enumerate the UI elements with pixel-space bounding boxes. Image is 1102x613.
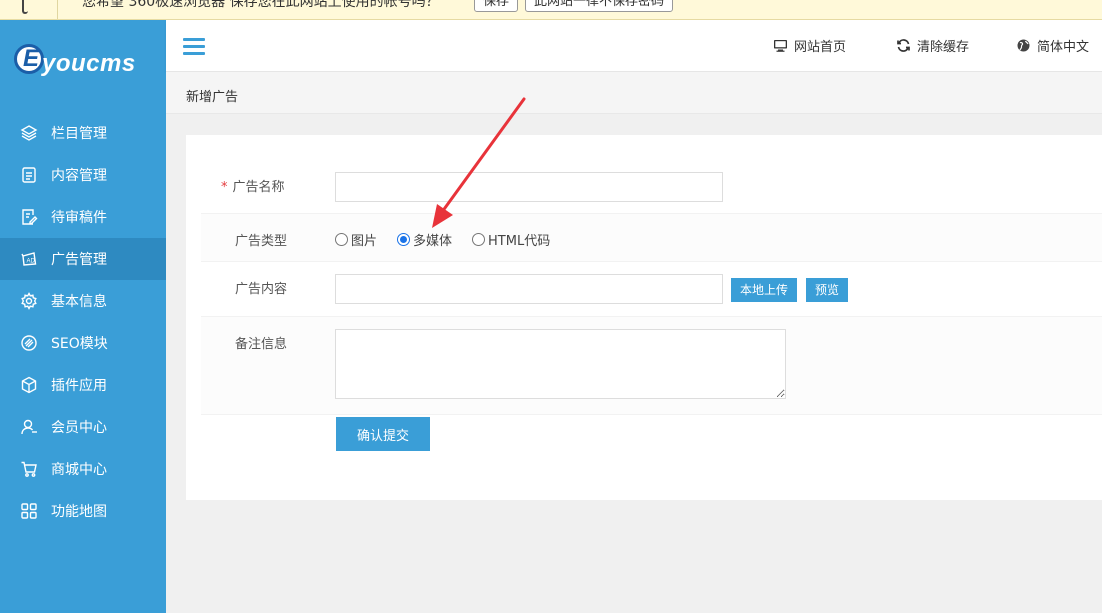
ad-content-input[interactable]	[335, 274, 723, 304]
cube-icon	[20, 376, 38, 394]
ad-icon: AD	[20, 250, 38, 268]
ad-name-label: * 广告名称	[221, 180, 285, 195]
submit-button[interactable]: 确认提交	[336, 417, 430, 451]
infobar-message: 您希望 360极速浏览器 保存您在此网站上使用的帐号吗？	[82, 0, 440, 10]
preview-button[interactable]: 预览	[806, 278, 849, 302]
sidebar-item-plugins[interactable]: 插件应用	[0, 364, 166, 406]
sidebar-item-label: 待审稿件	[51, 210, 107, 226]
svg-text:AD: AD	[27, 259, 36, 265]
language-label: 简体中文	[1037, 39, 1090, 55]
layers-icon	[20, 124, 38, 142]
cart-icon	[20, 460, 38, 478]
sidebar-item-label: 插件应用	[51, 378, 107, 394]
sidebar-item-label: 广告管理	[51, 252, 107, 268]
logo-mark: E	[14, 44, 44, 74]
sidebar-item-label: 栏目管理	[51, 126, 107, 142]
refresh-icon	[896, 38, 911, 53]
remark-textarea[interactable]	[335, 329, 786, 399]
upload-button[interactable]: 本地上传	[731, 278, 798, 302]
sidebar-item-label: SEO模块	[51, 336, 108, 352]
sidebar-item-basic[interactable]: 基本信息	[0, 280, 166, 322]
ad-name-input[interactable]	[335, 172, 723, 202]
ad-name-row: * 广告名称	[201, 161, 1102, 213]
user-icon	[20, 418, 38, 436]
document-icon	[20, 166, 38, 184]
radio-dot[interactable]	[472, 233, 486, 246]
clear-cache-label: 清除缓存	[917, 39, 970, 55]
site-home-label: 网站首页	[794, 39, 847, 55]
sidebar-item-shop[interactable]: 商城中心	[0, 448, 166, 490]
required-mark: *	[221, 180, 228, 195]
gear-icon	[20, 292, 38, 310]
seo-icon	[20, 334, 38, 352]
ad-content-row: 广告内容 本地上传 预览	[201, 262, 1102, 316]
radio-dot[interactable]	[397, 233, 411, 246]
sidebar: E youcms 栏目管理 内容管理 待审稿件 AD 广告管理 基本信息 SEO…	[0, 20, 166, 613]
breadcrumb: 新增广告	[166, 72, 1102, 114]
sidebar-nav: 栏目管理 内容管理 待审稿件 AD 广告管理 基本信息 SEO模块 插件应用 会…	[0, 112, 166, 532]
ad-type-label: 广告类型	[235, 234, 288, 249]
top-header: 网站首页 清除缓存 简体中文	[166, 20, 1102, 72]
logo[interactable]: E youcms	[14, 40, 154, 88]
globe-icon	[1016, 38, 1031, 53]
clear-cache-link[interactable]: 清除缓存	[896, 35, 969, 55]
ad-type-radio-image[interactable]: 图片	[335, 230, 377, 249]
sidebar-item-label: 商城中心	[51, 462, 107, 478]
sidebar-item-label: 功能地图	[51, 504, 107, 520]
ad-type-radio-html[interactable]: HTML代码	[472, 230, 550, 249]
infobar-never-button[interactable]: 此网站一律不保存密码	[525, 0, 674, 12]
sidebar-item-column[interactable]: 栏目管理	[0, 112, 166, 154]
page-title: 新增广告	[186, 90, 239, 105]
sidebar-item-pending[interactable]: 待审稿件	[0, 196, 166, 238]
remark-row: 备注信息	[201, 316, 1102, 415]
ad-type-row: 广告类型 图片 多媒体 HTML代码	[201, 213, 1102, 262]
grid-icon	[20, 502, 38, 520]
language-link[interactable]: 简体中文	[1016, 35, 1089, 55]
sidebar-item-sitemap[interactable]: 功能地图	[0, 490, 166, 532]
edit-document-icon	[20, 208, 38, 226]
infobar-divider	[57, 0, 58, 19]
infobar-save-button[interactable]: 保存	[474, 0, 519, 12]
sidebar-item-label: 会员中心	[51, 420, 107, 436]
sidebar-item-label: 基本信息	[51, 294, 107, 310]
radio-dot[interactable]	[335, 233, 348, 246]
sidebar-item-members[interactable]: 会员中心	[0, 406, 166, 448]
ad-form-panel: * 广告名称 广告类型 图片 多媒体 HTML代码 广告内容 本地上传 预览 备注…	[186, 135, 1102, 500]
key-icon	[22, 0, 28, 14]
sidebar-item-content[interactable]: 内容管理	[0, 154, 166, 196]
browser-infobar: 您希望 360极速浏览器 保存您在此网站上使用的帐号吗？ 保存 此网站一律不保存…	[0, 0, 1102, 20]
monitor-icon	[773, 38, 788, 53]
ad-content-label: 广告内容	[235, 282, 288, 297]
remark-label: 备注信息	[235, 337, 288, 352]
sidebar-item-label: 内容管理	[51, 168, 107, 184]
ad-type-radio-multimedia[interactable]: 多媒体	[397, 230, 452, 249]
sidebar-item-seo[interactable]: SEO模块	[0, 322, 166, 364]
menu-toggle-icon[interactable]	[183, 38, 205, 56]
logo-text: youcms	[42, 50, 136, 77]
ad-type-radio-group: 图片 多媒体 HTML代码	[335, 230, 570, 249]
sidebar-item-ads[interactable]: AD 广告管理	[0, 238, 166, 280]
site-home-link[interactable]: 网站首页	[773, 35, 846, 55]
